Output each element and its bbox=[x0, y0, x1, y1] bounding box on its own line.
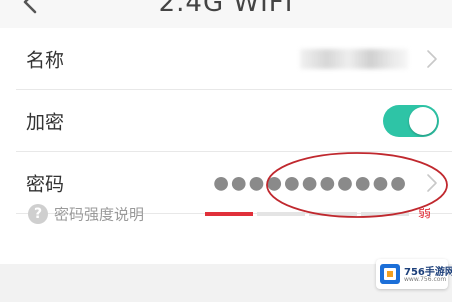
password-strength-row: ? 密码强度说明 弱 bbox=[0, 198, 452, 230]
strength-segment-1 bbox=[205, 212, 253, 216]
toggle-knob bbox=[409, 107, 437, 135]
watermark-subtitle: www.756.com bbox=[404, 276, 447, 283]
chevron-right-icon bbox=[427, 174, 437, 192]
wifi-name-value-blurred bbox=[300, 49, 408, 69]
strength-segment-2 bbox=[257, 212, 305, 216]
password-strength-label[interactable]: 密码强度说明 bbox=[54, 204, 144, 225]
row-name-label: 名称 bbox=[26, 49, 65, 72]
strength-segment-4 bbox=[361, 212, 409, 216]
row-password-label: 密码 bbox=[26, 173, 65, 196]
watermark-badge: 756手游网 www.756.com bbox=[376, 259, 452, 289]
header-bar: 2.4G WIFI bbox=[0, 0, 452, 28]
password-masked-value: ●●●●●●●●●●● bbox=[213, 172, 408, 194]
watermark-logo-icon bbox=[380, 264, 400, 284]
chevron-right-icon bbox=[427, 50, 437, 68]
encryption-toggle[interactable] bbox=[383, 105, 439, 137]
row-encryption-label: 加密 bbox=[26, 111, 65, 134]
question-circle-icon[interactable]: ? bbox=[28, 204, 48, 224]
password-strength-text: 弱 bbox=[418, 208, 432, 220]
password-strength-bar bbox=[205, 212, 409, 216]
row-name[interactable]: 名称 bbox=[0, 28, 452, 90]
page-title: 2.4G WIFI bbox=[158, 0, 294, 18]
row-encryption: 加密 bbox=[0, 90, 452, 152]
strength-segment-3 bbox=[309, 212, 357, 216]
